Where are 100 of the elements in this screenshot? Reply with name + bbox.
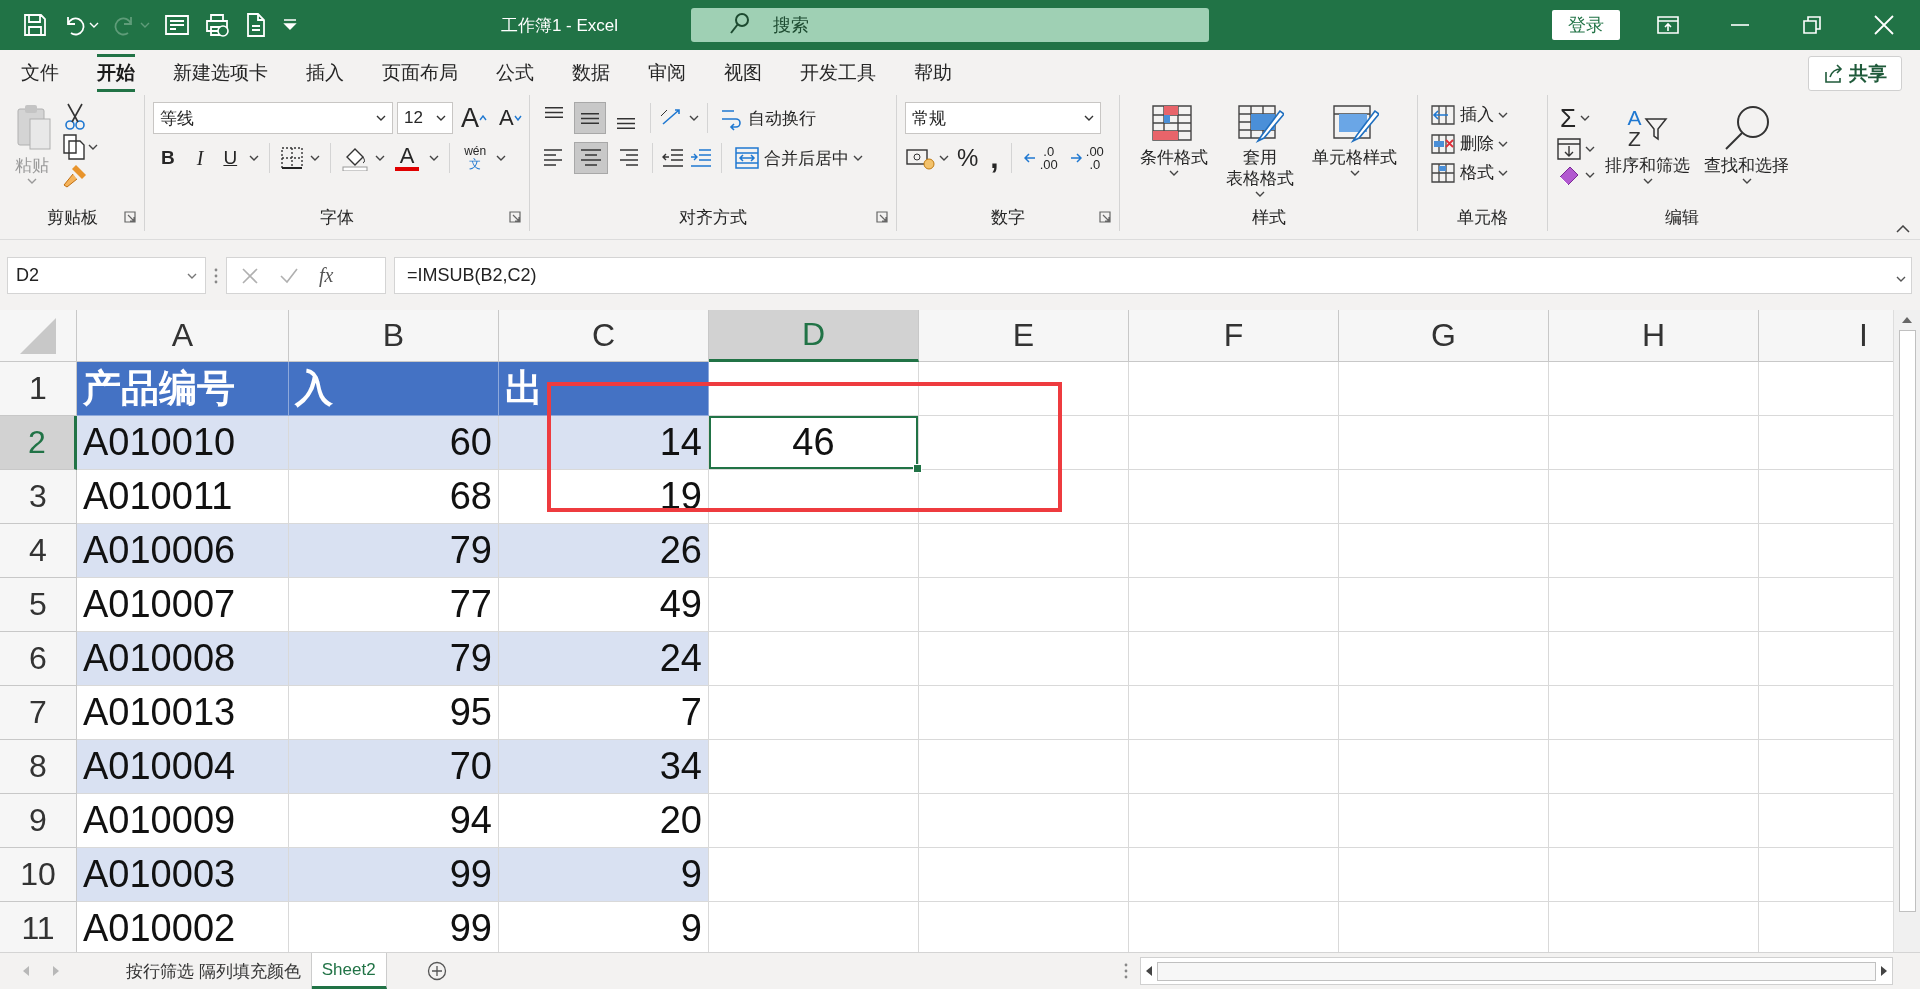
- wrap-text-button[interactable]: 自动换行: [716, 103, 820, 133]
- number-format-field[interactable]: 常规: [905, 102, 1101, 134]
- italic-button[interactable]: I: [188, 144, 212, 172]
- sheet-tab[interactable]: 按行筛选 隔列填充颜色: [116, 953, 312, 989]
- name-box[interactable]: D2: [7, 257, 206, 294]
- fill-handle[interactable]: [913, 464, 922, 473]
- ribbon-tab[interactable]: 审阅: [629, 50, 705, 95]
- row-header[interactable]: 11: [0, 902, 77, 952]
- column-header[interactable]: H: [1549, 310, 1759, 362]
- collapse-ribbon-icon[interactable]: [1896, 225, 1910, 233]
- column-header[interactable]: I: [1759, 310, 1893, 362]
- caret-icon[interactable]: [310, 155, 321, 161]
- style-button[interactable]: 单元格样式: [1308, 101, 1401, 203]
- decrease-indent-icon[interactable]: [661, 146, 685, 170]
- save-icon[interactable]: [22, 12, 48, 38]
- row-header[interactable]: 7: [0, 686, 77, 740]
- horizontal-scrollbar[interactable]: [1140, 957, 1893, 985]
- row-header[interactable]: 4: [0, 524, 77, 578]
- caret-icon[interactable]: [1585, 146, 1595, 152]
- underline-button[interactable]: U: [217, 145, 244, 171]
- splitter-handle-icon[interactable]: [1124, 963, 1128, 979]
- dialog-launcher-icon[interactable]: [124, 211, 136, 223]
- ribbon-tab[interactable]: 页面布局: [363, 50, 477, 95]
- caret-icon[interactable]: [376, 115, 386, 121]
- caret-icon[interactable]: [689, 115, 699, 121]
- caret-icon[interactable]: [1498, 140, 1508, 147]
- splitter-handle-icon[interactable]: [214, 267, 218, 284]
- document-icon[interactable]: [244, 12, 268, 38]
- add-sheet-icon[interactable]: [426, 961, 447, 981]
- ribbon-tab[interactable]: 文件: [2, 50, 78, 95]
- caret-icon[interactable]: [1169, 170, 1179, 176]
- borders-icon[interactable]: [280, 146, 305, 170]
- cut-icon[interactable]: [62, 101, 88, 131]
- bold-button[interactable]: B: [153, 145, 183, 171]
- ribbon-tab[interactable]: 开发工具: [781, 50, 895, 95]
- style-button[interactable]: 条件格式: [1136, 101, 1212, 203]
- cell-format-button[interactable]: 格式: [1426, 159, 1512, 186]
- ribbon-tab[interactable]: 开始: [78, 50, 154, 95]
- caret-icon[interactable]: [1498, 169, 1508, 176]
- caret-icon[interactable]: [1642, 178, 1653, 184]
- caret-icon[interactable]: [88, 144, 98, 150]
- column-header[interactable]: A: [77, 310, 289, 362]
- scroll-up-icon[interactable]: [1901, 316, 1913, 324]
- column-header[interactable]: C: [499, 310, 709, 362]
- row-header[interactable]: 1: [0, 362, 77, 416]
- autosum-button[interactable]: Σ: [1556, 101, 1595, 135]
- row-header[interactable]: 10: [0, 848, 77, 902]
- insert-function-button[interactable]: fx: [319, 264, 334, 287]
- center-align-button[interactable]: [574, 142, 608, 174]
- caret-icon[interactable]: [1741, 178, 1752, 184]
- column-header[interactable]: B: [289, 310, 499, 362]
- currency-icon[interactable]: [905, 146, 935, 170]
- scroll-left-icon[interactable]: [1145, 965, 1153, 977]
- dialog-launcher-icon[interactable]: [509, 211, 521, 223]
- caret-icon[interactable]: [1585, 172, 1595, 178]
- caret-icon[interactable]: [249, 155, 260, 161]
- column-header[interactable]: E: [919, 310, 1129, 362]
- grow-font-button[interactable]: A: [457, 100, 491, 136]
- vertical-scrollbar[interactable]: [1893, 310, 1920, 952]
- ribbon-tab[interactable]: 帮助: [895, 50, 971, 95]
- dialog-launcher-icon[interactable]: [1099, 211, 1111, 223]
- column-header[interactable]: D: [709, 310, 919, 362]
- form-icon[interactable]: [164, 13, 190, 37]
- caret-icon[interactable]: [1580, 115, 1591, 121]
- row-header[interactable]: 8: [0, 740, 77, 794]
- middle-align-button[interactable]: [574, 102, 606, 134]
- ribbon-tab[interactable]: 公式: [477, 50, 553, 95]
- percent-button[interactable]: %: [953, 142, 983, 174]
- caret-icon[interactable]: [496, 155, 507, 161]
- row-header[interactable]: 3: [0, 470, 77, 524]
- increase-indent-icon[interactable]: [689, 146, 713, 170]
- font-size-field[interactable]: 12: [397, 102, 453, 134]
- caret-icon[interactable]: [1255, 191, 1265, 197]
- customize-icon[interactable]: [282, 18, 298, 32]
- row-header[interactable]: 6: [0, 632, 77, 686]
- caret-icon[interactable]: [853, 155, 863, 161]
- row-header[interactable]: 9: [0, 794, 77, 848]
- share-button[interactable]: 共享: [1808, 56, 1902, 91]
- find-select-button[interactable]: 查找和选择: [1700, 101, 1793, 203]
- fill-down-icon[interactable]: [1556, 137, 1582, 161]
- ribbon-tab[interactable]: 数据: [553, 50, 629, 95]
- caret-icon[interactable]: [1084, 115, 1094, 121]
- style-button[interactable]: 套用 表格格式: [1222, 101, 1298, 203]
- phonetic-guide-button[interactable]: wén 文: [460, 143, 491, 173]
- shrink-font-button[interactable]: A: [495, 103, 526, 133]
- caret-icon[interactable]: [939, 155, 949, 161]
- increase-decimal-button[interactable]: .0 .00: [1019, 143, 1062, 173]
- dialog-launcher-icon[interactable]: [876, 211, 888, 223]
- search-field[interactable]: 搜索: [691, 8, 1209, 42]
- merge-center-button[interactable]: 合并后居中: [730, 144, 867, 172]
- ribbon-tab[interactable]: 插入: [287, 50, 363, 95]
- ribbon-tab[interactable]: 新建选项卡: [154, 50, 287, 95]
- caret-icon[interactable]: [375, 155, 386, 161]
- scroll-right-icon[interactable]: [1880, 965, 1888, 977]
- font-color-button[interactable]: A: [391, 145, 424, 171]
- ribbon-tab[interactable]: 视图: [705, 50, 781, 95]
- caret-icon[interactable]: [1498, 111, 1508, 118]
- copy-icon[interactable]: [62, 133, 86, 161]
- row-header[interactable]: 5: [0, 578, 77, 632]
- caret-icon[interactable]: [1896, 276, 1906, 282]
